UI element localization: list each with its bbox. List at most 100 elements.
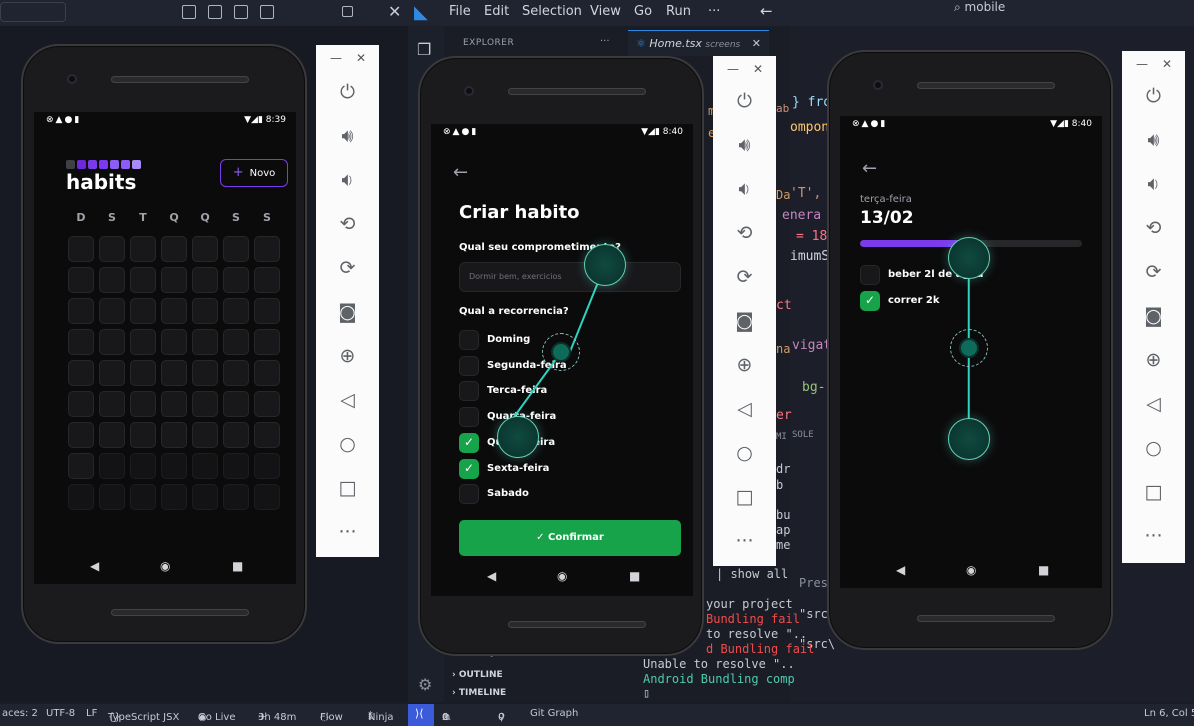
home-icon[interactable]: ○	[1122, 437, 1185, 459]
minimize-icon[interactable]: —	[1136, 57, 1148, 71]
habit-day-cell[interactable]	[68, 453, 94, 479]
checkbox-checked[interactable]: ✓	[459, 458, 479, 479]
status-git-graph[interactable]: Git Graph	[530, 708, 578, 719]
back-icon[interactable]: ◁	[713, 398, 776, 420]
more-options-icon[interactable]: ···	[316, 521, 379, 543]
volume-down-icon[interactable]: 🔉︎	[316, 169, 379, 191]
habit-day-cell[interactable]	[223, 484, 249, 510]
habit-day-cell[interactable]	[223, 360, 249, 386]
toggle-sidebar-icon[interactable]	[182, 5, 196, 19]
command-center-search[interactable]: ⌕ mobile	[954, 0, 1005, 15]
habit-day-cell[interactable]	[254, 360, 280, 386]
nav-back-icon[interactable]: ◀	[90, 559, 99, 573]
habit-day-cell[interactable]	[130, 329, 156, 355]
rotate-left-icon[interactable]: ⟲	[713, 222, 776, 244]
habit-day-cell[interactable]	[161, 329, 187, 355]
back-icon[interactable]: ◁	[316, 389, 379, 411]
habit-day-cell[interactable]	[161, 298, 187, 324]
volume-up-icon[interactable]: 🔊︎	[713, 134, 776, 156]
habit-day-cell[interactable]	[223, 391, 249, 417]
habit-day-cell[interactable]	[254, 453, 280, 479]
habit-day-cell[interactable]	[192, 484, 218, 510]
habit-day-cell[interactable]	[254, 298, 280, 324]
habit-day-cell[interactable]	[99, 267, 125, 293]
habit-day-cell[interactable]	[254, 484, 280, 510]
minimize-icon[interactable]: —	[330, 51, 342, 65]
habit-day-cell[interactable]	[99, 422, 125, 448]
habit-day-cell[interactable]	[192, 360, 218, 386]
close-window-icon[interactable]: ✕	[388, 2, 401, 21]
toggle-secondary-sidebar-icon[interactable]	[234, 5, 248, 19]
habit-day-cell[interactable]	[130, 267, 156, 293]
habit-day-cell[interactable]	[161, 267, 187, 293]
checkbox[interactable]	[459, 355, 479, 376]
close-icon[interactable]: ✕	[356, 51, 366, 65]
habit-day-cell[interactable]	[99, 484, 125, 510]
new-habit-button[interactable]: + Novo	[220, 159, 288, 187]
rotate-right-icon[interactable]: ⟳	[316, 257, 379, 279]
explorer-more-icon[interactable]: ···	[600, 36, 610, 47]
habit-day-cell[interactable]	[223, 422, 249, 448]
menu-more[interactable]: ···	[708, 4, 720, 19]
confirm-button[interactable]: ✓ Confirmar	[459, 520, 681, 556]
back-arrow-icon[interactable]: ←	[862, 158, 877, 179]
explorer-icon[interactable]: ❐	[417, 40, 431, 59]
close-icon[interactable]: ✕	[1162, 57, 1172, 71]
habit-day-cell[interactable]	[161, 484, 187, 510]
overview-icon[interactable]: □	[316, 477, 379, 499]
back-icon[interactable]: ◁	[1122, 393, 1185, 415]
volume-up-icon[interactable]: 🔊︎	[316, 125, 379, 147]
menu-run[interactable]: Run	[666, 4, 691, 19]
rotate-left-icon[interactable]: ⟲	[1122, 217, 1185, 239]
habit-day-cell[interactable]	[161, 360, 187, 386]
habit-day-cell[interactable]	[192, 391, 218, 417]
nav-home-icon[interactable]: ◉	[557, 569, 567, 583]
habit-day-cell[interactable]	[254, 422, 280, 448]
editor-tab-home[interactable]: ⚛ Home.tsx screens ✕	[628, 30, 769, 56]
habit-day-cell[interactable]	[161, 236, 187, 262]
rotate-left-icon[interactable]: ⟲	[316, 213, 379, 235]
nav-recents-icon[interactable]: ■	[1038, 563, 1049, 577]
home-icon[interactable]: ○	[316, 433, 379, 455]
camera-icon[interactable]: ◙	[713, 310, 776, 332]
status-encoding[interactable]: UTF-8	[46, 708, 75, 719]
checkbox[interactable]	[459, 484, 479, 505]
habit-day-cell[interactable]	[130, 236, 156, 262]
status-spaces[interactable]: aces: 2	[2, 708, 38, 719]
habit-day-cell[interactable]	[254, 329, 280, 355]
checkbox[interactable]	[459, 407, 479, 428]
habit-day-cell[interactable]	[161, 453, 187, 479]
habit-day-cell[interactable]	[192, 453, 218, 479]
habit-day-cell[interactable]	[99, 329, 125, 355]
habit-day-cell[interactable]	[130, 484, 156, 510]
checkbox[interactable]	[860, 265, 880, 285]
habit-day-cell[interactable]	[161, 422, 187, 448]
back-arrow-icon[interactable]: ←	[760, 2, 773, 20]
habit-day-cell[interactable]	[130, 298, 156, 324]
habit-day-cell[interactable]	[68, 298, 94, 324]
habit-day-cell[interactable]	[223, 453, 249, 479]
close-tab-icon[interactable]: ✕	[752, 37, 761, 50]
habit-day-cell[interactable]	[130, 453, 156, 479]
power-icon[interactable]: ⏻	[316, 81, 379, 103]
checkbox-checked[interactable]: ✓	[459, 432, 479, 453]
zoom-icon[interactable]: ⊕	[713, 354, 776, 376]
habit-day-cell[interactable]	[68, 267, 94, 293]
habit-day-cell[interactable]	[223, 298, 249, 324]
remote-indicator[interactable]: ⟩⟨	[408, 704, 434, 726]
habit-day-cell[interactable]	[130, 360, 156, 386]
habit-day-cell[interactable]	[254, 267, 280, 293]
habit-day-cell[interactable]	[99, 360, 125, 386]
menu-file[interactable]: File	[449, 4, 471, 19]
volume-down-icon[interactable]: 🔉︎	[713, 178, 776, 200]
close-icon[interactable]: ✕	[753, 62, 763, 76]
habit-day-cell[interactable]	[254, 236, 280, 262]
nav-recents-icon[interactable]: ■	[232, 559, 243, 573]
rotate-right-icon[interactable]: ⟳	[1122, 261, 1185, 283]
habit-day-cell[interactable]	[192, 422, 218, 448]
habit-day-cell[interactable]	[99, 236, 125, 262]
camera-icon[interactable]: ◙	[316, 301, 379, 323]
habit-day-cell[interactable]	[223, 267, 249, 293]
habit-day-cell[interactable]	[254, 391, 280, 417]
habit-day-cell[interactable]	[130, 422, 156, 448]
